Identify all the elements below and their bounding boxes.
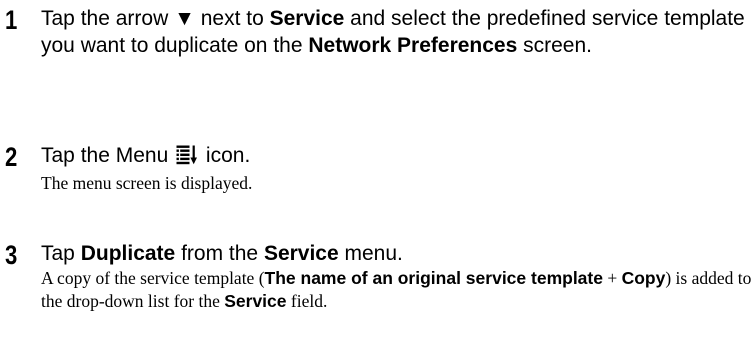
step-note: A copy of the service template (The name… [41, 268, 752, 311]
step-body: Tap the arrow ▼ next to Service and sele… [41, 5, 753, 59]
step-number: 2 [5, 142, 18, 172]
dropdown-arrow-glyph: ▼ [174, 7, 195, 30]
step-instruction: Tap the arrow ▼ next to Service and sele… [41, 7, 745, 57]
step-body: Tap the Menu icon. The menu screen is di… [41, 142, 753, 195]
step-number: 1 [5, 5, 18, 35]
menu-icon [176, 145, 198, 172]
step-instruction: Tap the Menu icon. [41, 142, 753, 172]
step-note: The menu screen is displayed. [41, 173, 253, 193]
step-body: Tap Duplicate from the Service menu. A c… [41, 240, 753, 313]
step-instruction: Tap Duplicate from the Service menu. [41, 242, 403, 265]
step-number: 3 [5, 240, 18, 270]
